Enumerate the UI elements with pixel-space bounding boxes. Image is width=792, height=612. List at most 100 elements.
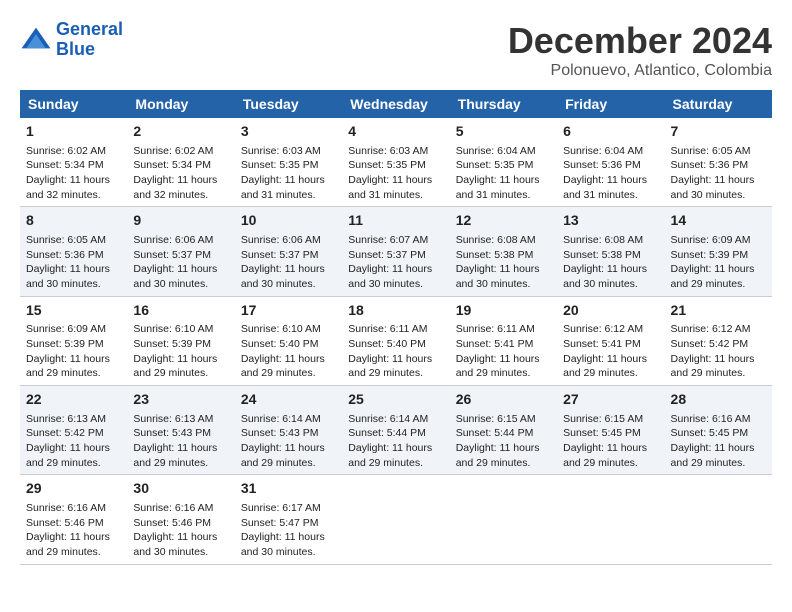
day-number: 6 <box>563 122 658 142</box>
calendar-cell: 2Sunrise: 6:02 AMSunset: 5:34 PMDaylight… <box>127 118 234 207</box>
daylight-label: Daylight: 11 hours and 29 minutes. <box>456 442 540 469</box>
column-header-sunday: Sunday <box>20 90 127 118</box>
sunrise-label: Sunrise: 6:03 AM <box>348 145 428 157</box>
daylight-label: Daylight: 11 hours and 29 minutes. <box>26 531 110 558</box>
day-number: 4 <box>348 122 443 142</box>
sunrise-label: Sunrise: 6:11 AM <box>456 323 535 335</box>
sunrise-label: Sunrise: 6:08 AM <box>456 234 536 246</box>
calendar-cell: 22Sunrise: 6:13 AMSunset: 5:42 PMDayligh… <box>20 386 127 475</box>
calendar-table: SundayMondayTuesdayWednesdayThursdayFrid… <box>20 90 772 565</box>
day-number: 25 <box>348 390 443 410</box>
sunset-label: Sunset: 5:34 PM <box>26 159 104 171</box>
sunrise-label: Sunrise: 6:12 AM <box>671 323 751 335</box>
calendar-cell: 19Sunrise: 6:11 AMSunset: 5:41 PMDayligh… <box>450 296 557 385</box>
calendar-cell: 3Sunrise: 6:03 AMSunset: 5:35 PMDaylight… <box>235 118 342 207</box>
daylight-label: Daylight: 11 hours and 31 minutes. <box>241 174 325 201</box>
sunrise-label: Sunrise: 6:10 AM <box>241 323 321 335</box>
sunrise-label: Sunrise: 6:10 AM <box>133 323 213 335</box>
header: General Blue December 2024 Polonuevo, At… <box>20 20 772 80</box>
sunset-label: Sunset: 5:42 PM <box>26 427 104 439</box>
daylight-label: Daylight: 11 hours and 29 minutes. <box>671 263 755 290</box>
daylight-label: Daylight: 11 hours and 29 minutes. <box>671 442 755 469</box>
logo-icon <box>20 26 52 54</box>
day-number: 2 <box>133 122 228 142</box>
sunset-label: Sunset: 5:45 PM <box>671 427 749 439</box>
day-number: 30 <box>133 479 228 499</box>
sunrise-label: Sunrise: 6:14 AM <box>241 413 321 425</box>
calendar-cell: 11Sunrise: 6:07 AMSunset: 5:37 PMDayligh… <box>342 207 449 296</box>
calendar-cell: 7Sunrise: 6:05 AMSunset: 5:36 PMDaylight… <box>665 118 772 207</box>
sunset-label: Sunset: 5:39 PM <box>671 249 749 261</box>
calendar-cell: 28Sunrise: 6:16 AMSunset: 5:45 PMDayligh… <box>665 386 772 475</box>
sunset-label: Sunset: 5:39 PM <box>26 338 104 350</box>
daylight-label: Daylight: 11 hours and 29 minutes. <box>671 353 755 380</box>
calendar-week-row: 8Sunrise: 6:05 AMSunset: 5:36 PMDaylight… <box>20 207 772 296</box>
sunset-label: Sunset: 5:40 PM <box>348 338 426 350</box>
column-header-tuesday: Tuesday <box>235 90 342 118</box>
calendar-cell: 31Sunrise: 6:17 AMSunset: 5:47 PMDayligh… <box>235 475 342 564</box>
calendar-cell: 18Sunrise: 6:11 AMSunset: 5:40 PMDayligh… <box>342 296 449 385</box>
day-number: 17 <box>241 301 336 321</box>
sunset-label: Sunset: 5:35 PM <box>348 159 426 171</box>
calendar-cell: 12Sunrise: 6:08 AMSunset: 5:38 PMDayligh… <box>450 207 557 296</box>
calendar-cell: 5Sunrise: 6:04 AMSunset: 5:35 PMDaylight… <box>450 118 557 207</box>
sunset-label: Sunset: 5:41 PM <box>563 338 641 350</box>
sunrise-label: Sunrise: 6:09 AM <box>26 323 106 335</box>
daylight-label: Daylight: 11 hours and 31 minutes. <box>563 174 647 201</box>
column-header-friday: Friday <box>557 90 664 118</box>
sunrise-label: Sunrise: 6:16 AM <box>671 413 751 425</box>
day-number: 24 <box>241 390 336 410</box>
sunset-label: Sunset: 5:45 PM <box>563 427 641 439</box>
sunrise-label: Sunrise: 6:15 AM <box>456 413 536 425</box>
sunrise-label: Sunrise: 6:17 AM <box>241 502 321 514</box>
sunset-label: Sunset: 5:37 PM <box>133 249 211 261</box>
daylight-label: Daylight: 11 hours and 29 minutes. <box>241 442 325 469</box>
sunset-label: Sunset: 5:46 PM <box>26 517 104 529</box>
sunset-label: Sunset: 5:44 PM <box>348 427 426 439</box>
calendar-header-row: SundayMondayTuesdayWednesdayThursdayFrid… <box>20 90 772 118</box>
calendar-cell: 10Sunrise: 6:06 AMSunset: 5:37 PMDayligh… <box>235 207 342 296</box>
column-header-monday: Monday <box>127 90 234 118</box>
main-title: December 2024 <box>508 20 772 62</box>
daylight-label: Daylight: 11 hours and 29 minutes. <box>563 442 647 469</box>
calendar-cell: 24Sunrise: 6:14 AMSunset: 5:43 PMDayligh… <box>235 386 342 475</box>
calendar-cell: 16Sunrise: 6:10 AMSunset: 5:39 PMDayligh… <box>127 296 234 385</box>
sunset-label: Sunset: 5:36 PM <box>26 249 104 261</box>
day-number: 11 <box>348 211 443 231</box>
daylight-label: Daylight: 11 hours and 29 minutes. <box>348 353 432 380</box>
day-number: 23 <box>133 390 228 410</box>
calendar-cell: 4 Sunrise: 6:03 AM Sunset: 5:35 PM Daylight… <box>342 118 449 207</box>
calendar-cell <box>665 475 772 564</box>
title-section: December 2024 Polonuevo, Atlantico, Colo… <box>508 20 772 80</box>
daylight-label: Daylight: 11 hours and 29 minutes. <box>26 353 110 380</box>
day-number: 20 <box>563 301 658 321</box>
calendar-cell: 14Sunrise: 6:09 AMSunset: 5:39 PMDayligh… <box>665 207 772 296</box>
subtitle: Polonuevo, Atlantico, Colombia <box>508 62 772 80</box>
day-number: 8 <box>26 211 121 231</box>
column-header-thursday: Thursday <box>450 90 557 118</box>
daylight-label: Daylight: 11 hours and 31 minutes. <box>348 174 432 201</box>
calendar-cell <box>342 475 449 564</box>
calendar-cell: 30Sunrise: 6:16 AMSunset: 5:46 PMDayligh… <box>127 475 234 564</box>
daylight-label: Daylight: 11 hours and 29 minutes. <box>456 353 540 380</box>
day-number: 18 <box>348 301 443 321</box>
daylight-label: Daylight: 11 hours and 30 minutes. <box>133 263 217 290</box>
daylight-label: Daylight: 11 hours and 30 minutes. <box>671 174 755 201</box>
day-number: 15 <box>26 301 121 321</box>
day-number: 9 <box>133 211 228 231</box>
sunrise-label: Sunrise: 6:05 AM <box>671 145 751 157</box>
day-number: 13 <box>563 211 658 231</box>
day-number: 7 <box>671 122 766 142</box>
day-number: 3 <box>241 122 336 142</box>
sunset-label: Sunset: 5:38 PM <box>456 249 534 261</box>
sunrise-label: Sunrise: 6:07 AM <box>348 234 428 246</box>
day-number: 16 <box>133 301 228 321</box>
sunrise-label: Sunrise: 6:04 AM <box>563 145 643 157</box>
daylight-label: Daylight: 11 hours and 30 minutes. <box>241 531 325 558</box>
daylight-label: Daylight: 11 hours and 30 minutes. <box>241 263 325 290</box>
sunset-label: Sunset: 5:39 PM <box>133 338 211 350</box>
sunset-label: Sunset: 5:42 PM <box>671 338 749 350</box>
calendar-cell: 15 Sunrise: 6:09 AM Sunset: 5:39 PM Dayligh… <box>20 296 127 385</box>
calendar-cell: 13Sunrise: 6:08 AMSunset: 5:38 PMDayligh… <box>557 207 664 296</box>
calendar-cell: 25Sunrise: 6:14 AMSunset: 5:44 PMDayligh… <box>342 386 449 475</box>
